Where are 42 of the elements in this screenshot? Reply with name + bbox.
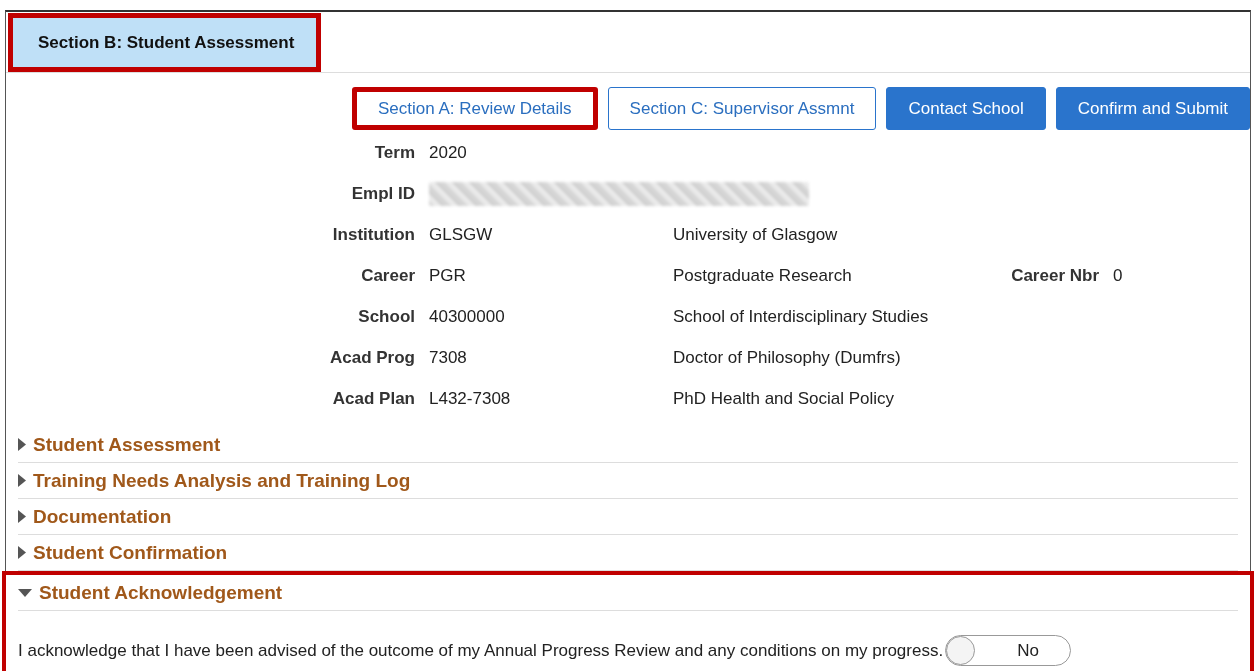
caret-right-icon [18, 438, 26, 451]
caret-right-icon [18, 474, 26, 487]
field-value: 0 [1113, 265, 1124, 286]
section-button[interactable]: Section A: Review Details [351, 87, 598, 130]
section-header[interactable]: Student Confirmation [18, 535, 1238, 570]
toggle-switch[interactable]: No [945, 635, 1072, 666]
caret-right-icon [18, 546, 26, 559]
field-description: University of Glasgow [673, 224, 839, 245]
caret-down-icon [18, 588, 32, 597]
section-button[interactable]: Confirm and Submit [1055, 87, 1250, 130]
field-label: Career [360, 265, 415, 286]
field-value: 40300000 [429, 306, 506, 327]
section-header[interactable]: Documentation [18, 499, 1238, 534]
section-button[interactable]: Section C: Supervisor Assmnt [607, 87, 877, 130]
field-label: Acad Plan [331, 388, 415, 409]
field-description: Doctor of Philosophy (Dumfrs) [673, 347, 902, 368]
field-description: School of Interdisciplinary Studies [673, 306, 930, 327]
field-label: Career Nbr [1010, 265, 1099, 286]
section-tab[interactable]: Section B: Student Assessment [8, 13, 322, 72]
field-label: Term [373, 142, 415, 163]
field-description: Postgraduate Research [673, 265, 853, 286]
field-value: GLSGW [429, 224, 494, 245]
section-title: Documentation [33, 505, 172, 528]
field-value: PGR [429, 265, 467, 286]
field-label: Institution [331, 224, 415, 245]
section-button[interactable]: Contact School [886, 87, 1046, 130]
section-title: Student Acknowledgement [39, 581, 283, 604]
section-title: Student Confirmation [33, 541, 228, 564]
acknowledgement-text: I acknowledge that I have been advised of the outcome of my Annual Progress Review and any conditions on my progress. [18, 640, 944, 661]
field-label: Empl ID [350, 183, 415, 204]
field-value: 7308 [429, 347, 468, 368]
section-header[interactable]: Training Needs Analysis and Training Log [18, 463, 1238, 498]
field-value: L432-7308 [429, 388, 512, 409]
field-label: School [357, 306, 415, 327]
field-label: Acad Prog [328, 347, 415, 368]
section-title: Student Assessment [33, 433, 221, 456]
field-value: 2020 [429, 142, 468, 163]
section-header[interactable]: Student Assessment [18, 427, 1238, 462]
caret-right-icon [18, 510, 26, 523]
field-description: PhD Health and Social Policy [673, 388, 896, 409]
section-title: Training Needs Analysis and Training Log [33, 469, 411, 492]
section-header[interactable]: Student Acknowledgement [18, 575, 1238, 611]
